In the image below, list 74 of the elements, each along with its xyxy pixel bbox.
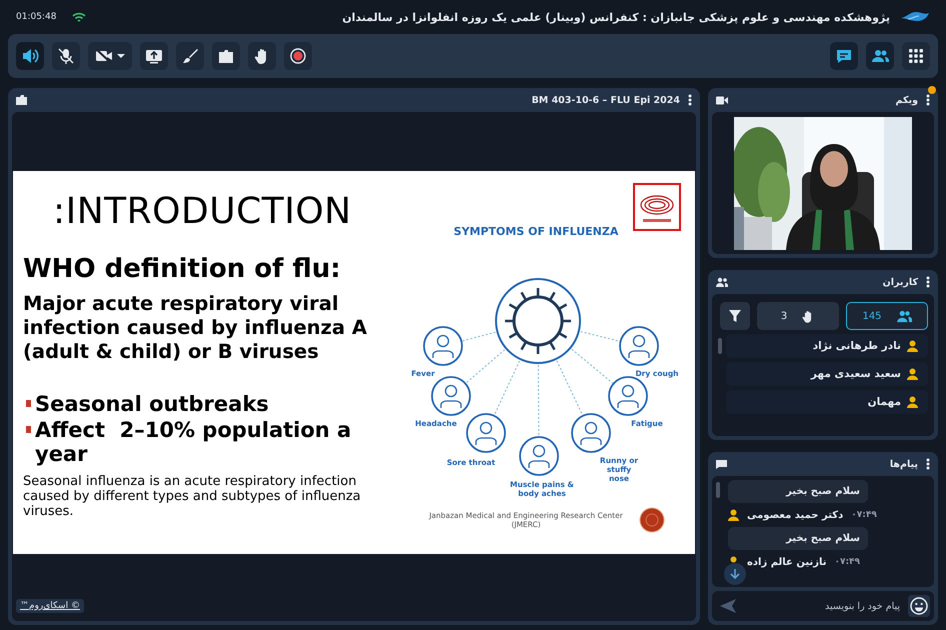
chat-button[interactable]: [830, 42, 858, 70]
message-time: ۰۷:۴۹: [851, 510, 877, 520]
brush-button[interactable]: [176, 42, 204, 70]
more-icon[interactable]: [926, 458, 930, 470]
user-row[interactable]: مهمان: [726, 390, 928, 414]
arrow-down-icon: [729, 568, 741, 580]
users-button[interactable]: [866, 42, 894, 70]
message-bar[interactable]: پیام خود را بنویسید: [712, 591, 934, 621]
caret-icon: [117, 53, 125, 59]
filter-icon: [728, 309, 742, 323]
users-icon: [716, 277, 728, 287]
bullet-text: Seasonal outbreaks: [35, 392, 269, 416]
filter-button[interactable]: [720, 302, 750, 330]
users-icon: [896, 310, 912, 322]
grid-icon: [907, 47, 925, 65]
folder-icon: [16, 95, 27, 105]
folder-icon: [217, 47, 235, 65]
chat-icon: [835, 47, 853, 65]
hand-button[interactable]: [248, 42, 276, 70]
more-icon[interactable]: [926, 94, 930, 106]
scroll-down-button[interactable]: [724, 563, 746, 585]
brush-icon: [181, 47, 199, 65]
note-text: Seasonal influenza is an acute respiratory infection caused by different types and subtypes of influenza viruses.: [23, 474, 362, 519]
user-icon: [728, 509, 739, 521]
user-row[interactable]: سعید سعیدی مهر: [726, 362, 928, 386]
message-bubble: سلام صبح بخیر: [728, 527, 868, 550]
panel-title: وبکم: [896, 94, 918, 106]
message-field[interactable]: پیام خود را بنویسید: [742, 600, 902, 612]
logo-icon: [633, 183, 681, 231]
share-icon: [145, 47, 163, 65]
camera-off-button[interactable]: [88, 42, 132, 70]
mic-off-button[interactable]: [52, 42, 80, 70]
user-icon: [907, 340, 918, 352]
user-icon: [907, 368, 918, 380]
more-icon[interactable]: [688, 94, 692, 106]
mic-off-icon: [57, 47, 75, 65]
bullet-icon: [26, 400, 31, 407]
camera-icon: [716, 96, 728, 104]
share-button[interactable]: [140, 42, 168, 70]
message-time: ۰۷:۴۹: [834, 557, 860, 567]
infographic-title: SYMPTOMS OF INFLUENZA: [452, 225, 620, 238]
bullet-icon: [26, 426, 31, 433]
send-icon[interactable]: [720, 599, 736, 613]
definition-text: Major acute respiratory viral infection caused by influenza A (adult & child) or B viruses: [23, 292, 368, 364]
scrollbar[interactable]: [716, 482, 720, 498]
panel-title: پیام‌ها: [890, 458, 918, 470]
chat-icon: [716, 459, 727, 469]
raised-hands-tab[interactable]: 3: [757, 302, 839, 330]
scrollbar[interactable]: [718, 338, 722, 354]
slide-heading: :INTRODUCTION: [53, 191, 353, 232]
user-icon: [907, 396, 918, 408]
brand-link[interactable]: ™اسکای‌روم ©: [16, 599, 84, 613]
folder-button[interactable]: [212, 42, 240, 70]
clock-time: 01:05:48: [16, 12, 56, 22]
record-icon: [289, 47, 307, 65]
sender-name: نازنین عالم زاده: [747, 556, 826, 568]
users-tab[interactable]: 145: [846, 302, 928, 330]
speaker-icon: [21, 47, 39, 65]
apps-button[interactable]: [902, 42, 930, 70]
speaker-button[interactable]: [16, 42, 44, 70]
wifi-icon: [72, 12, 86, 22]
session-title: پژوهشکده مهندسی و علوم پزشکی جانبازان : کنفرانس (وبینار) علمی یک روزه انفلوانزا در سالمندان: [342, 10, 890, 24]
users-icon: [871, 47, 889, 65]
sender-name: دکتر حمید معصومی: [747, 510, 844, 520]
bullet-text: Affect 2–10% population a year: [35, 418, 352, 466]
seal-icon: [639, 507, 665, 533]
message-bubble: سلام صبح بخیر: [728, 480, 868, 503]
emoji-button[interactable]: [908, 595, 930, 617]
panel-title: کاربران: [882, 276, 918, 288]
slide-subheading: WHO definition of flu:: [23, 254, 342, 284]
record-button[interactable]: [284, 42, 312, 70]
more-icon[interactable]: [926, 276, 930, 288]
presentation-title: BM 403-10-6 – FLU Epi 2024: [532, 94, 680, 106]
user-row[interactable]: نادر طرهانی نژاد: [726, 334, 928, 358]
